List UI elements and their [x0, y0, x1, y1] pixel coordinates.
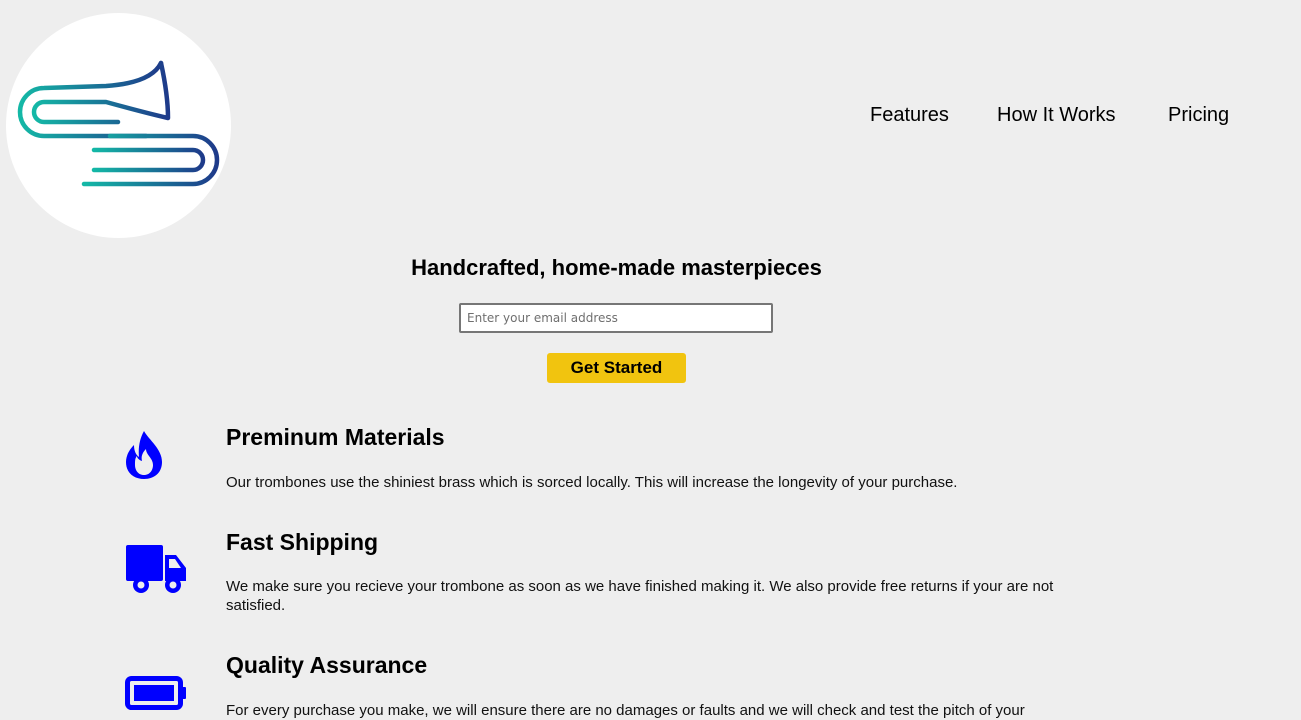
nav-link-pricing[interactable]: Pricing	[1168, 104, 1229, 127]
main-nav: Features How It Works Pricing	[840, 104, 1260, 128]
email-input[interactable]	[459, 303, 773, 333]
feature-description: We make sure you recieve your trombone a…	[226, 578, 1054, 614]
get-started-button[interactable]: Get Started	[547, 353, 686, 383]
truck-icon	[126, 545, 186, 593]
nav-link-features[interactable]: Features	[870, 104, 949, 127]
feature-title: Quality Assurance	[226, 652, 428, 678]
feature-description: For every purchase you make, we will ens…	[226, 702, 1025, 719]
feature-title: Fast Shipping	[226, 529, 379, 555]
trombone-logo-icon	[17, 60, 220, 191]
logo	[6, 13, 231, 238]
battery-icon	[125, 676, 186, 710]
hero-title: Handcrafted, home-made masterpieces	[411, 255, 822, 280]
feature-description: Our trombones use the shiniest brass whi…	[226, 474, 958, 491]
feature-title: Preminum Materials	[226, 424, 445, 450]
fire-icon	[126, 431, 162, 479]
nav-link-how-it-works[interactable]: How It Works	[997, 104, 1116, 127]
